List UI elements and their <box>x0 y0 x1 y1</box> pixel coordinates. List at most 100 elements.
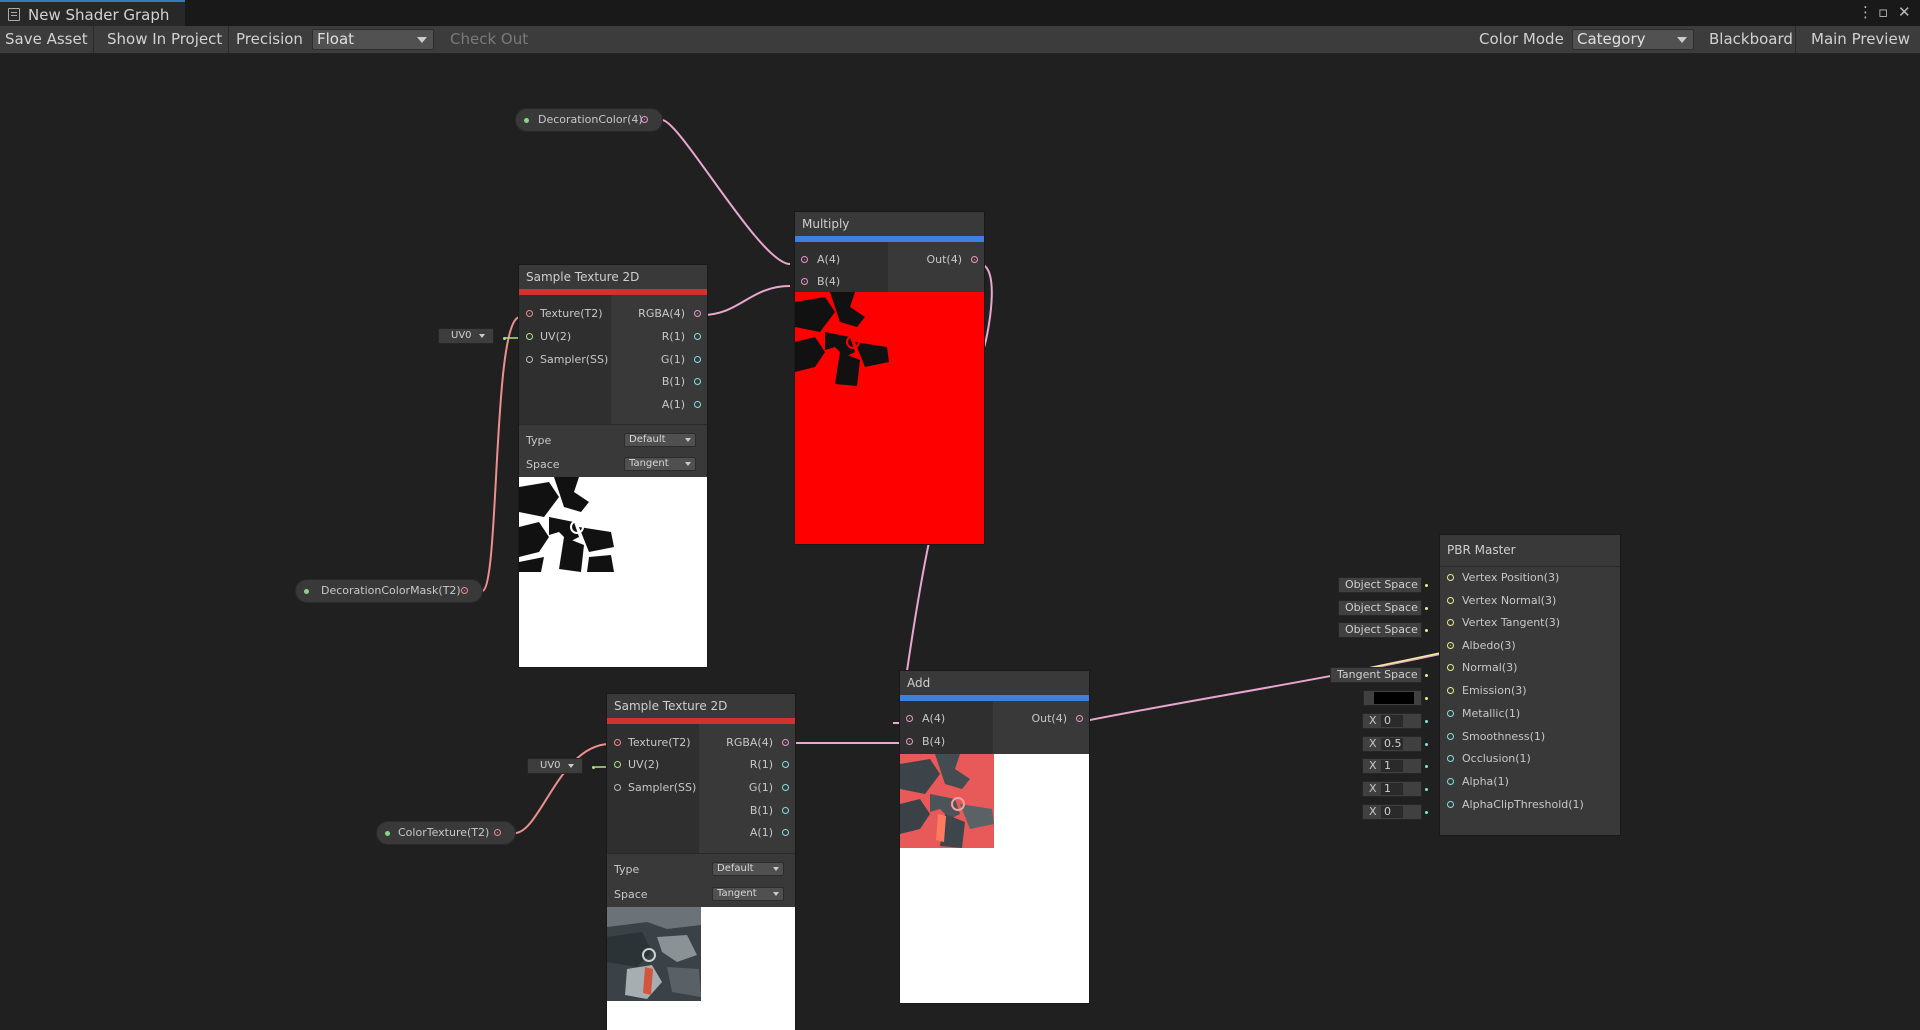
emission-color-field[interactable] <box>1363 690 1422 706</box>
uv-port-dot <box>503 337 506 340</box>
normal-port[interactable] <box>1447 664 1454 671</box>
close-icon[interactable]: ✕ <box>1898 3 1911 21</box>
rgba-output-label: RGBA(4) <box>726 736 773 749</box>
input-slots: Vertex Position(3) Vertex Normal(3) Vert… <box>1440 567 1620 835</box>
smoothness-port[interactable] <box>1447 733 1454 740</box>
main-preview-button[interactable]: Main Preview <box>1806 26 1915 53</box>
more-icon[interactable]: ⋮ <box>1858 3 1873 21</box>
output-port[interactable] <box>641 116 648 123</box>
color-texture-property[interactable]: ColorTexture(T2) <box>376 821 516 845</box>
uv-port-dot <box>592 766 595 769</box>
alpha-clip-threshold-field[interactable]: X 0 <box>1362 804 1422 820</box>
b-input-port[interactable] <box>906 738 913 745</box>
tab-bar: New Shader Graph ⋮ ▫ ✕ <box>0 0 1920 26</box>
space-dropdown[interactable]: Tangent <box>712 887 784 901</box>
output-port[interactable] <box>494 829 501 836</box>
smoothness-value: 0.5 <box>1381 738 1403 750</box>
emission-color-swatch <box>1374 692 1414 704</box>
pbr-master-node[interactable]: PBR Master Vertex Position(3) Vertex Nor… <box>1440 535 1620 835</box>
tab-new-shader-graph[interactable]: New Shader Graph <box>0 0 185 26</box>
type-dropdown[interactable]: Default <box>712 862 784 876</box>
albedo-port[interactable] <box>1447 642 1454 649</box>
chevron-down-icon <box>685 438 691 442</box>
output-port[interactable] <box>461 587 468 594</box>
alpha-clip-threshold-port[interactable] <box>1447 801 1454 808</box>
input-slots: A(4) B(4) <box>900 701 993 754</box>
uv-input-port[interactable] <box>526 333 533 340</box>
decoration-color-property[interactable]: DecorationColor(4) <box>515 108 663 132</box>
normal-space-field[interactable]: Tangent Space <box>1330 667 1422 683</box>
vertex-tangent-space-field[interactable]: Object Space <box>1338 622 1422 638</box>
g-output-port[interactable] <box>694 356 701 363</box>
node-preview <box>795 292 984 544</box>
x-label: X <box>1369 737 1377 750</box>
uv-input-port[interactable] <box>614 761 621 768</box>
alpha-port[interactable] <box>1447 778 1454 785</box>
check-out-button[interactable]: Check Out <box>445 26 533 53</box>
x-label: X <box>1369 805 1377 818</box>
sample-texture-2d-node-2[interactable]: Sample Texture 2D Texture(T2) UV(2) Samp… <box>607 694 795 1030</box>
a-input-port[interactable] <box>906 715 913 722</box>
r-output-port[interactable] <box>782 761 789 768</box>
uv-channel-dropdown[interactable]: UV0 <box>527 758 583 774</box>
emission-port[interactable] <box>1447 687 1454 694</box>
occlusion-field[interactable]: X 1 <box>1362 758 1422 774</box>
vertex-normal-space-field[interactable]: Object Space <box>1338 600 1422 616</box>
texture-input-port[interactable] <box>614 739 621 746</box>
sampler-input-port[interactable] <box>526 356 533 363</box>
space-label: Space <box>526 458 560 471</box>
graph-canvas[interactable]: DecorationColor(4) DecorationColorMask(T… <box>0 54 1920 1030</box>
node-title: Sample Texture 2D <box>519 265 707 289</box>
metallic-port[interactable] <box>1447 710 1454 717</box>
g-output-label: G(1) <box>660 353 685 366</box>
type-dropdown[interactable]: Default <box>624 433 696 447</box>
maximize-icon[interactable]: ▫ <box>1878 3 1888 21</box>
a-input-label: A(4) <box>817 253 841 266</box>
blackboard-button[interactable]: Blackboard <box>1704 26 1796 53</box>
r-output-label: R(1) <box>661 330 685 343</box>
vertex-position-label: Vertex Position(3) <box>1462 571 1560 584</box>
smoothness-field[interactable]: X 0.5 <box>1362 736 1422 752</box>
vertex-position-port[interactable] <box>1447 574 1454 581</box>
b-input-port[interactable] <box>801 278 808 285</box>
output-slots: RGBA(4) R(1) G(1) B(1) A(1) <box>611 295 707 424</box>
b-output-port[interactable] <box>694 378 701 385</box>
r-output-port[interactable] <box>694 333 701 340</box>
a-output-port[interactable] <box>694 401 701 408</box>
vertex-tangent-port[interactable] <box>1447 619 1454 626</box>
occlusion-port[interactable] <box>1447 755 1454 762</box>
uv-channel-dropdown[interactable]: UV0 <box>438 328 494 344</box>
color-mode-dropdown[interactable]: Category <box>1572 29 1694 50</box>
add-preview-image <box>900 754 994 848</box>
precision-dropdown[interactable]: Float <box>312 29 434 50</box>
node-title: Sample Texture 2D <box>607 694 795 718</box>
type-value: Default <box>629 434 666 445</box>
rgba-output-port[interactable] <box>694 310 701 317</box>
show-in-project-button[interactable]: Show In Project <box>102 26 229 53</box>
port-dot <box>1425 720 1428 723</box>
port-dot <box>1425 743 1428 746</box>
save-asset-button[interactable]: Save Asset <box>0 26 94 53</box>
sampler-input-port[interactable] <box>614 784 621 791</box>
alpha-field[interactable]: X 1 <box>1362 781 1422 797</box>
metallic-field[interactable]: X 0 <box>1362 713 1422 729</box>
a-output-port[interactable] <box>782 829 789 836</box>
vertex-normal-port[interactable] <box>1447 597 1454 604</box>
shader-graph-icon <box>8 8 20 21</box>
a-input-port[interactable] <box>801 256 808 263</box>
texture-input-port[interactable] <box>526 310 533 317</box>
x-label: X <box>1369 759 1377 772</box>
vertex-position-space-field[interactable]: Object Space <box>1338 577 1422 593</box>
multiply-node[interactable]: Multiply A(4) B(4) Out(4) <box>795 212 984 544</box>
a-output-label: A(1) <box>661 398 685 411</box>
out-output-port[interactable] <box>971 256 978 263</box>
space-dropdown[interactable]: Tangent <box>624 457 696 471</box>
g-output-port[interactable] <box>782 784 789 791</box>
decoration-color-mask-property[interactable]: DecorationColorMask(T2) <box>295 579 483 603</box>
rgba-output-port[interactable] <box>782 739 789 746</box>
add-node[interactable]: Add A(4) B(4) Out(4) <box>900 671 1089 1003</box>
vertex-normal-label: Vertex Normal(3) <box>1462 594 1557 607</box>
out-output-port[interactable] <box>1076 715 1083 722</box>
b-output-port[interactable] <box>782 807 789 814</box>
sample-texture-2d-node[interactable]: Sample Texture 2D Texture(T2) UV(2) Samp… <box>519 265 707 667</box>
